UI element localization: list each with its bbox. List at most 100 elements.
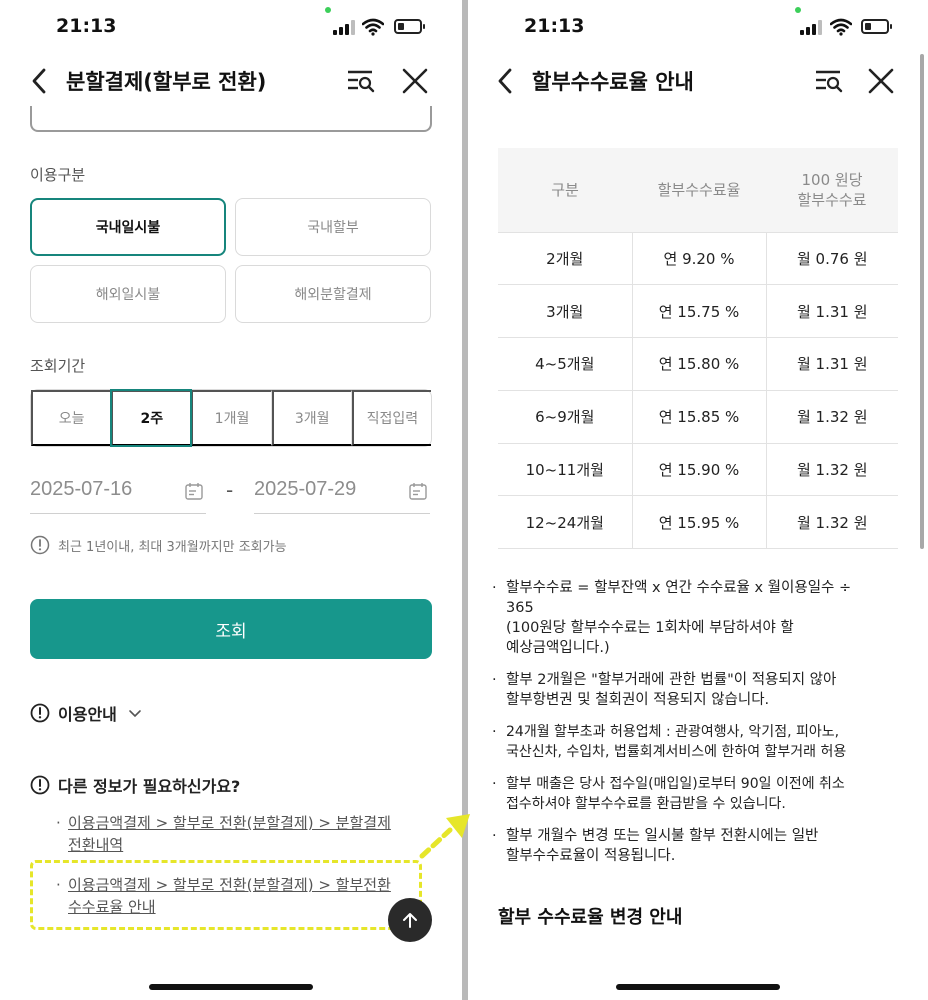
cell-period: 4~5개월 [498, 337, 633, 391]
calendar-icon[interactable] [408, 481, 428, 501]
period-selector: 오늘 2주 1개월 3개월 직접입력 [30, 389, 432, 447]
table-row: 10~11개월 연 15.90 % 월 1.32 원 [498, 442, 898, 496]
note-item: · 할부 2개월은 "할부거래에 관한 법률"이 적용되지 않아 할부항변권 및… [492, 672, 837, 708]
header: 할부수수료율 안내 [468, 56, 928, 106]
cell-fee: 월 1.32 원 [766, 442, 898, 496]
end-date-field[interactable]: 2025-07-29 [254, 470, 430, 514]
cell-fee: 월 1.31 원 [766, 284, 898, 338]
back-button[interactable] [492, 66, 520, 96]
table-row: 6~9개월 연 15.85 % 월 1.32 원 [498, 389, 898, 444]
end-date-value: 2025-07-29 [254, 478, 357, 500]
usage-option-domestic-installment[interactable]: 국내할부 [235, 198, 431, 256]
status-bar: 21:13 [468, 0, 928, 56]
close-button[interactable] [866, 66, 896, 96]
calendar-icon[interactable] [184, 481, 204, 501]
period-today[interactable]: 오늘 [31, 390, 112, 446]
battery-icon [394, 19, 425, 34]
start-date-value: 2025-07-16 [30, 478, 133, 500]
header-fee-per-100: 100 원당 할부수수료 [766, 148, 898, 232]
cell-fee: 월 1.31 원 [766, 337, 898, 391]
scroll-to-top-button[interactable] [388, 898, 432, 942]
cell-fee: 월 0.76 원 [766, 231, 898, 285]
search-input-partial[interactable] [30, 106, 432, 132]
more-info-title: 다른 정보가 필요하신가요? [58, 777, 241, 796]
home-indicator [149, 984, 313, 990]
more-info-heading: 다른 정보가 필요하신가요? [30, 772, 240, 798]
installment-rate-table: 구분 할부수수료율 100 원당 할부수수료 2개월 연 9.20 % 월 0.… [498, 148, 898, 550]
page-title: 분할결제(할부로 전환) [66, 70, 267, 94]
alert-icon [30, 703, 50, 723]
privacy-indicator-dot [325, 7, 331, 13]
usage-guide-toggle[interactable]: 이용안내 [30, 700, 143, 726]
info-icon [30, 535, 50, 555]
table-row: 4~5개월 연 15.80 % 월 1.31 원 [498, 337, 898, 391]
page-title: 할부수수료율 안내 [532, 70, 694, 94]
cell-fee: 월 1.32 원 [766, 389, 898, 444]
header-fee-line: 100 원당 [801, 170, 863, 189]
notice-text: 최근 1년이내, 최대 3개월까지만 조회가능 [58, 539, 287, 555]
cell-rate: 연 15.80 % [632, 337, 767, 391]
cell-rate: 연 9.20 % [632, 231, 767, 285]
menu-search-icon[interactable] [814, 68, 844, 94]
menu-search-icon[interactable] [346, 68, 376, 94]
period-label: 조회기간 [30, 357, 86, 375]
cell-rate: 연 15.95 % [632, 495, 767, 550]
signal-icon [800, 20, 822, 35]
wifi-icon [362, 18, 384, 36]
alert-icon [30, 775, 50, 795]
period-custom[interactable]: 직접입력 [351, 390, 432, 446]
table-row: 12~24개월 연 15.95 % 월 1.32 원 [498, 495, 898, 550]
close-button[interactable] [400, 66, 430, 96]
battery-icon [861, 19, 892, 34]
usage-option-domestic-lumpsum[interactable]: 국내일시불 [30, 198, 226, 256]
cell-period: 12~24개월 [498, 495, 633, 550]
scrollbar[interactable] [920, 54, 924, 549]
header: 분할결제(할부로 전환) [0, 56, 462, 106]
home-indicator [616, 984, 780, 990]
period-1month[interactable]: 1개월 [191, 390, 272, 446]
annotation-arrow-icon [419, 814, 470, 859]
start-date-field[interactable]: 2025-07-16 [30, 470, 206, 514]
right-screen: 21:13 할부수수료율 안내 구분 할부수수료율 100 원당 할부수수료 2… [468, 0, 928, 1000]
status-bar: 21:13 [0, 0, 462, 56]
highlight-annotation-box [30, 860, 422, 930]
note-item: · 할부 개월수 변경 또는 일시불 할부 전환시에는 일반 할부수수료율이 적… [492, 828, 819, 864]
note-item: · 24개월 할부초과 허용업체 : 관광여행사, 악기점, 피아노, 국산신차… [492, 724, 847, 760]
cell-period: 2개월 [498, 231, 633, 285]
wifi-icon [830, 18, 852, 36]
cell-rate: 연 15.75 % [632, 284, 767, 338]
table-row: 2개월 연 9.20 % 월 0.76 원 [498, 231, 898, 285]
usage-guide-label: 이용안내 [58, 705, 117, 724]
left-screen: 21:13 분할결제(할부로 전환) 이용구분 국내일시불 국내할부 해외일시불… [0, 0, 462, 1000]
cell-period: 6~9개월 [498, 389, 633, 444]
signal-icon [333, 20, 355, 35]
status-time: 21:13 [524, 15, 585, 37]
back-button[interactable] [26, 66, 54, 96]
link-line: 이용금액결제 > 할부로 전환(분할결제) > 분할결제 [68, 814, 391, 832]
header-rate: 할부수수료율 [632, 148, 766, 232]
header-category: 구분 [498, 148, 632, 232]
cell-period: 10~11개월 [498, 442, 633, 496]
date-separator: - [226, 478, 234, 502]
inquiry-button[interactable]: 조회 [30, 599, 432, 659]
chevron-down-icon [129, 710, 141, 718]
privacy-indicator-dot [795, 7, 801, 13]
note-item: · 할부수수료 = 할부잔액 x 연간 수수료율 x 월이용일수 ÷ 365 (… [492, 580, 852, 656]
link-line: 전환내역 [68, 836, 124, 854]
note-item: · 할부 매출은 당사 접수일(매입일)로부터 90일 이전에 취소 접수하셔야… [492, 776, 845, 812]
arrow-up-icon [403, 913, 417, 928]
usage-option-overseas-lumpsum[interactable]: 해외일시불 [30, 265, 226, 323]
header-fee-line: 할부수수료 [797, 190, 867, 209]
period-3months[interactable]: 3개월 [271, 390, 352, 446]
cell-rate: 연 15.85 % [632, 389, 767, 444]
link-split-history[interactable]: · 이용금액결제 > 할부로 전환(분할결제) > 분할결제 전환내역 [56, 812, 416, 856]
table-row: 3개월 연 15.75 % 월 1.31 원 [498, 284, 898, 338]
usage-type-label: 이용구분 [30, 166, 86, 184]
period-2weeks[interactable]: 2주 [110, 389, 193, 447]
rate-change-heading: 할부 수수료율 변경 안내 [498, 907, 683, 928]
usage-option-overseas-split[interactable]: 해외분할결제 [235, 265, 431, 323]
cell-period: 3개월 [498, 284, 633, 338]
cell-rate: 연 15.90 % [632, 442, 767, 496]
cell-fee: 월 1.32 원 [766, 495, 898, 550]
table-header-row: 구분 할부수수료율 100 원당 할부수수료 [498, 148, 898, 232]
